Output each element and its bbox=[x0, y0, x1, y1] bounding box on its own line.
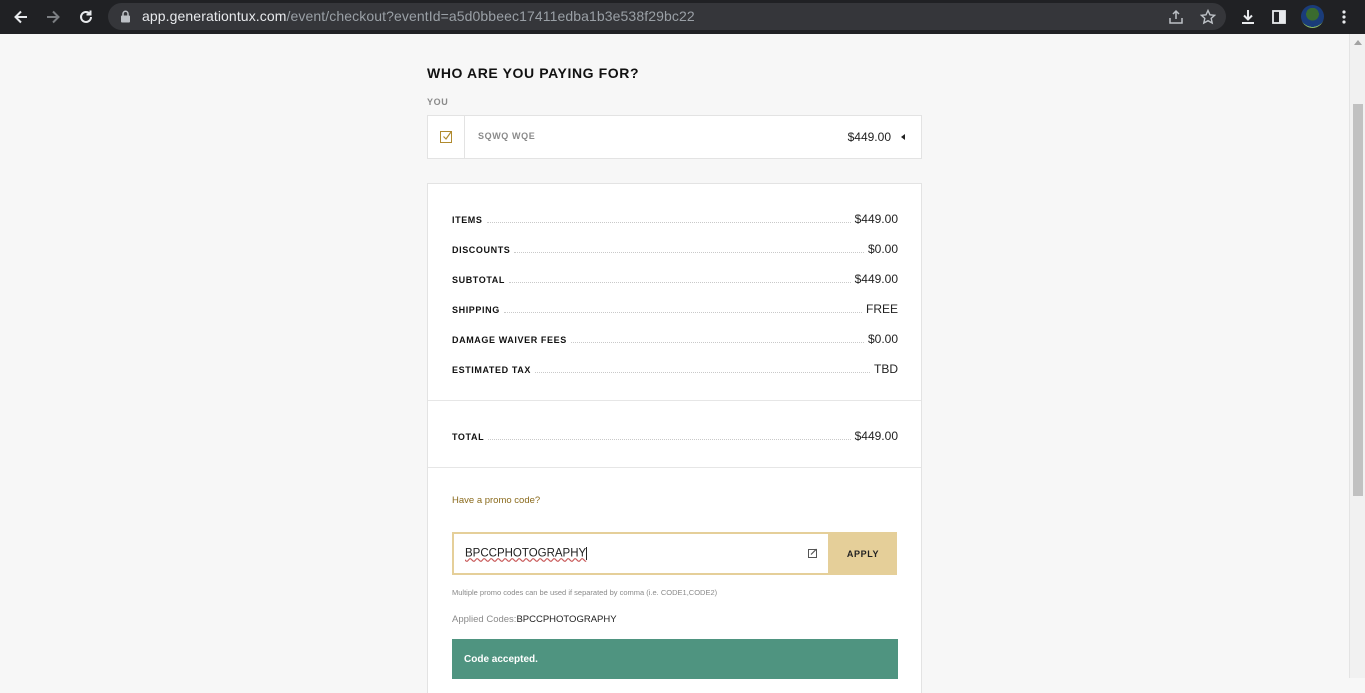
scrollbar[interactable] bbox=[1349, 34, 1365, 678]
menu-icon[interactable] bbox=[1328, 1, 1360, 33]
summary-label: DISCOUNTS bbox=[452, 245, 511, 255]
total-value: $449.00 bbox=[854, 429, 898, 443]
url-text: app.generationtux.com/event/checkout?eve… bbox=[142, 8, 695, 24]
summary-value: FREE bbox=[865, 302, 898, 316]
order-summary: ITEMS $449.00 DISCOUNTS $0.00 SUBTOTAL $… bbox=[427, 183, 922, 693]
promo-code-link[interactable]: Have a promo code? bbox=[452, 495, 540, 506]
leader-dots bbox=[570, 342, 864, 343]
summary-value: $449.00 bbox=[854, 212, 898, 226]
promo-input-field[interactable]: BPCCPHOTOGRAPHY bbox=[452, 532, 830, 575]
summary-label: DAMAGE WAIVER FEES bbox=[452, 335, 567, 345]
code-accepted-banner: Code accepted. bbox=[452, 639, 898, 679]
summary-value: $449.00 bbox=[854, 272, 898, 286]
caret-left-icon[interactable] bbox=[901, 134, 905, 140]
leader-dots bbox=[534, 372, 870, 373]
accepted-message: Code accepted. bbox=[464, 654, 538, 665]
sidebar-icon[interactable] bbox=[1263, 1, 1295, 33]
applied-codes: Applied Codes:BPCCPHOTOGRAPHY bbox=[452, 614, 617, 625]
summary-label: ESTIMATED TAX bbox=[452, 365, 531, 375]
divider bbox=[428, 400, 921, 401]
person-row[interactable]: SQWQ WQE $449.00 bbox=[427, 115, 922, 159]
star-icon[interactable] bbox=[1198, 7, 1218, 27]
checkout-page: WHO ARE YOU PAYING FOR? YOU SQWQ WQE $44… bbox=[0, 34, 1349, 693]
person-price: $449.00 bbox=[847, 130, 891, 144]
you-label: YOU bbox=[427, 97, 449, 107]
page-title: WHO ARE YOU PAYING FOR? bbox=[427, 65, 640, 81]
leader-dots bbox=[486, 222, 851, 223]
scroll-up-arrow-icon[interactable] bbox=[1354, 40, 1362, 45]
scroll-thumb[interactable] bbox=[1353, 104, 1363, 496]
summary-value: TBD bbox=[874, 362, 898, 376]
summary-line-shipping: SHIPPING FREE bbox=[452, 300, 898, 316]
summary-line-damage-waiver: DAMAGE WAIVER FEES $0.00 bbox=[452, 330, 898, 346]
summary-value: $0.00 bbox=[867, 332, 898, 346]
reload-icon[interactable] bbox=[70, 1, 102, 33]
address-bar[interactable]: app.generationtux.com/event/checkout?eve… bbox=[108, 3, 1226, 30]
avatar[interactable] bbox=[1301, 5, 1324, 28]
summary-line-tax: ESTIMATED TAX TBD bbox=[452, 360, 898, 376]
lock-icon bbox=[121, 10, 130, 23]
apply-button[interactable]: APPLY bbox=[829, 532, 897, 575]
summary-label: SHIPPING bbox=[452, 305, 500, 315]
edit-icon[interactable] bbox=[808, 548, 818, 558]
download-icon[interactable] bbox=[1232, 1, 1264, 33]
browser-toolbar: app.generationtux.com/event/checkout?eve… bbox=[0, 0, 1365, 34]
summary-line-items: ITEMS $449.00 bbox=[452, 210, 898, 226]
total-label: TOTAL bbox=[452, 432, 485, 442]
leader-dots bbox=[503, 312, 862, 313]
back-icon[interactable] bbox=[5, 1, 37, 33]
summary-label: SUBTOTAL bbox=[452, 275, 505, 285]
summary-line-total: TOTAL $449.00 bbox=[452, 427, 898, 443]
promo-hint: Multiple promo codes can be used if sepa… bbox=[452, 588, 718, 597]
promo-input[interactable]: BPCCPHOTOGRAPHY bbox=[465, 547, 795, 560]
summary-line-discounts: DISCOUNTS $0.00 bbox=[452, 240, 898, 256]
person-name: SQWQ WQE bbox=[478, 131, 536, 141]
summary-line-subtotal: SUBTOTAL $449.00 bbox=[452, 270, 898, 286]
forward-icon[interactable] bbox=[37, 1, 69, 33]
person-checkbox[interactable] bbox=[428, 116, 465, 158]
divider bbox=[428, 467, 921, 468]
leader-dots bbox=[508, 282, 851, 283]
leader-dots bbox=[514, 252, 864, 253]
summary-label: ITEMS bbox=[452, 215, 483, 225]
check-icon bbox=[440, 131, 452, 143]
share-icon[interactable] bbox=[1166, 7, 1186, 27]
leader-dots bbox=[488, 439, 851, 440]
summary-value: $0.00 bbox=[867, 242, 898, 256]
